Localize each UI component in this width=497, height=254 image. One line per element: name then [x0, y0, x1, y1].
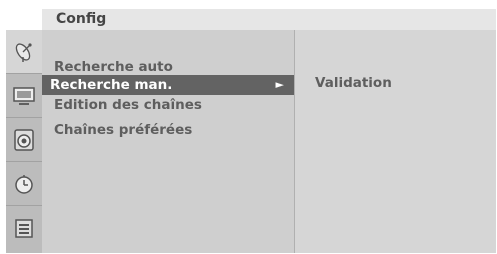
- category-picture[interactable]: [6, 74, 42, 118]
- osd-menu: Config Recherche auto Recherche man. ► E…: [6, 9, 496, 253]
- arrow-right-icon: ►: [275, 78, 284, 91]
- tv-screen-icon: [13, 87, 35, 105]
- category-setup[interactable]: [6, 30, 42, 74]
- menu-item-recherche-auto[interactable]: Recherche auto: [42, 57, 294, 77]
- speaker-icon: [14, 129, 34, 151]
- category-icon-strip: [6, 30, 42, 253]
- category-sound[interactable]: [6, 118, 42, 162]
- menu-item-label: Chaînes préférées: [54, 122, 193, 138]
- menu-item-chaines-preferees[interactable]: Chaînes préférées: [42, 120, 294, 140]
- menu-item-label: Recherche auto: [54, 59, 173, 75]
- title-bar: Config: [42, 9, 496, 30]
- menu-item-label: Recherche man.: [50, 77, 173, 93]
- category-time[interactable]: [6, 162, 42, 206]
- menu-item-edition-des-chaines[interactable]: Edition des chaînes: [42, 95, 294, 115]
- submenu-validation[interactable]: Validation: [315, 75, 392, 91]
- submenu-panel: Validation: [294, 30, 496, 253]
- clock-icon: [15, 175, 33, 194]
- menu-item-recherche-manuelle[interactable]: Recherche man. ►: [42, 75, 294, 95]
- menu-list: Recherche auto Recherche man. ► Edition …: [42, 30, 294, 253]
- category-lock[interactable]: [6, 206, 42, 250]
- satellite-dish-icon: [15, 43, 32, 62]
- lock-box-icon: [15, 219, 33, 238]
- menu-title: Config: [56, 11, 107, 27]
- menu-item-label: Edition des chaînes: [54, 97, 202, 113]
